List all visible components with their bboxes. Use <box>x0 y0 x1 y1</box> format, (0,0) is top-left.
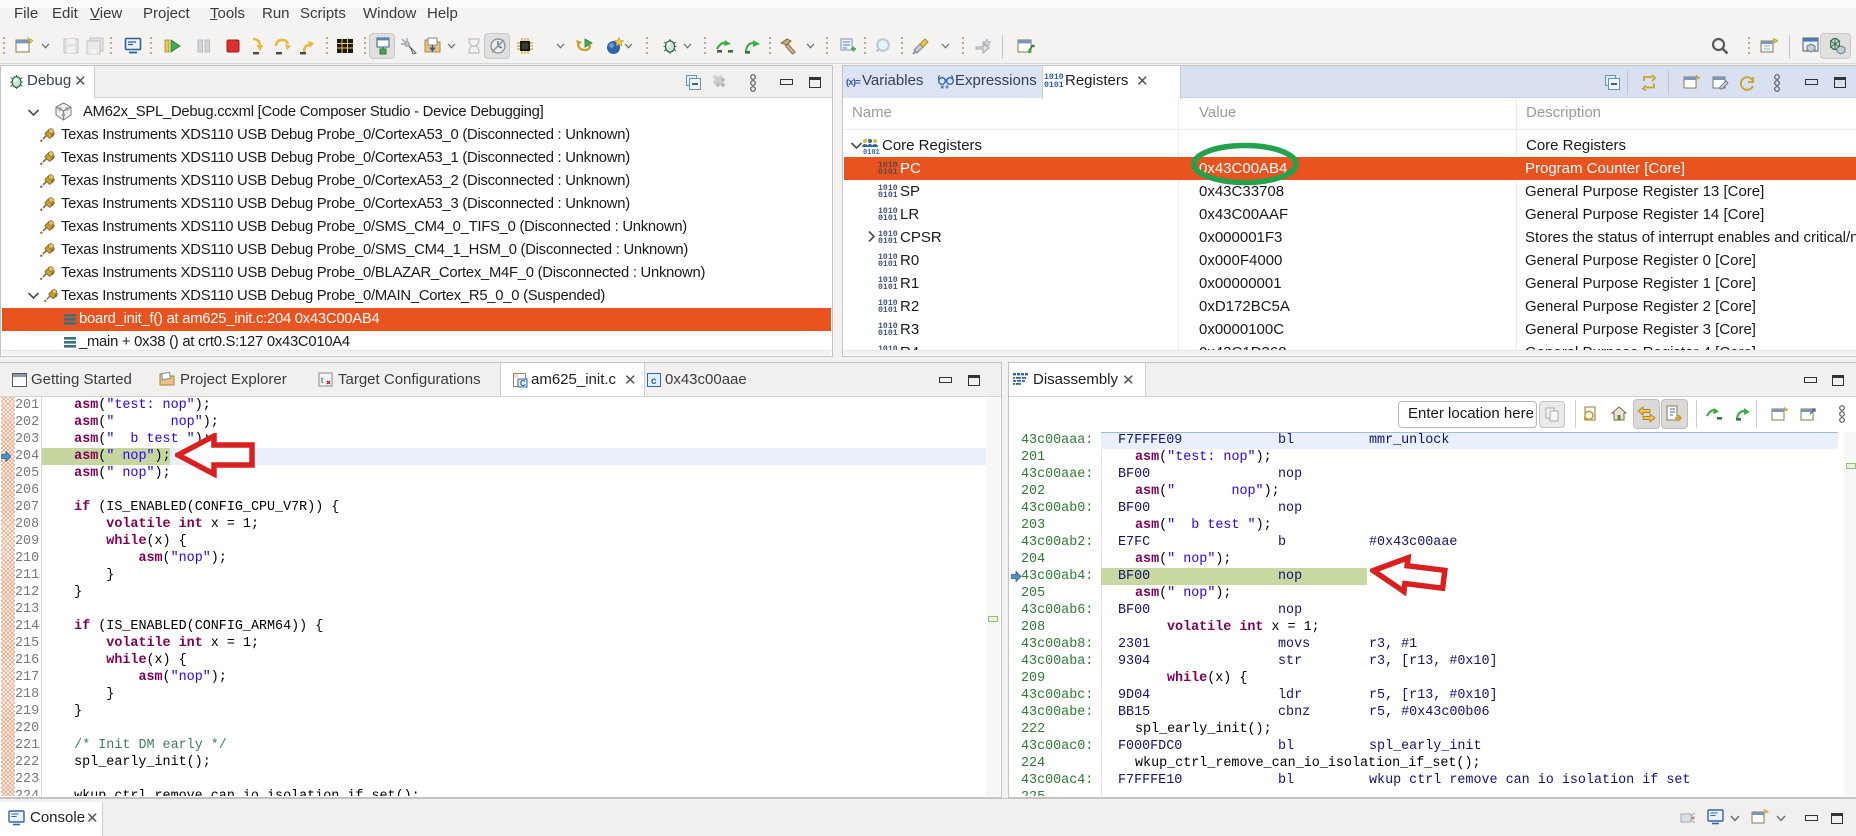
svg-text:0101: 0101 <box>863 149 880 155</box>
svg-text:C: C <box>520 379 526 388</box>
svg-text:c: c <box>651 376 657 387</box>
